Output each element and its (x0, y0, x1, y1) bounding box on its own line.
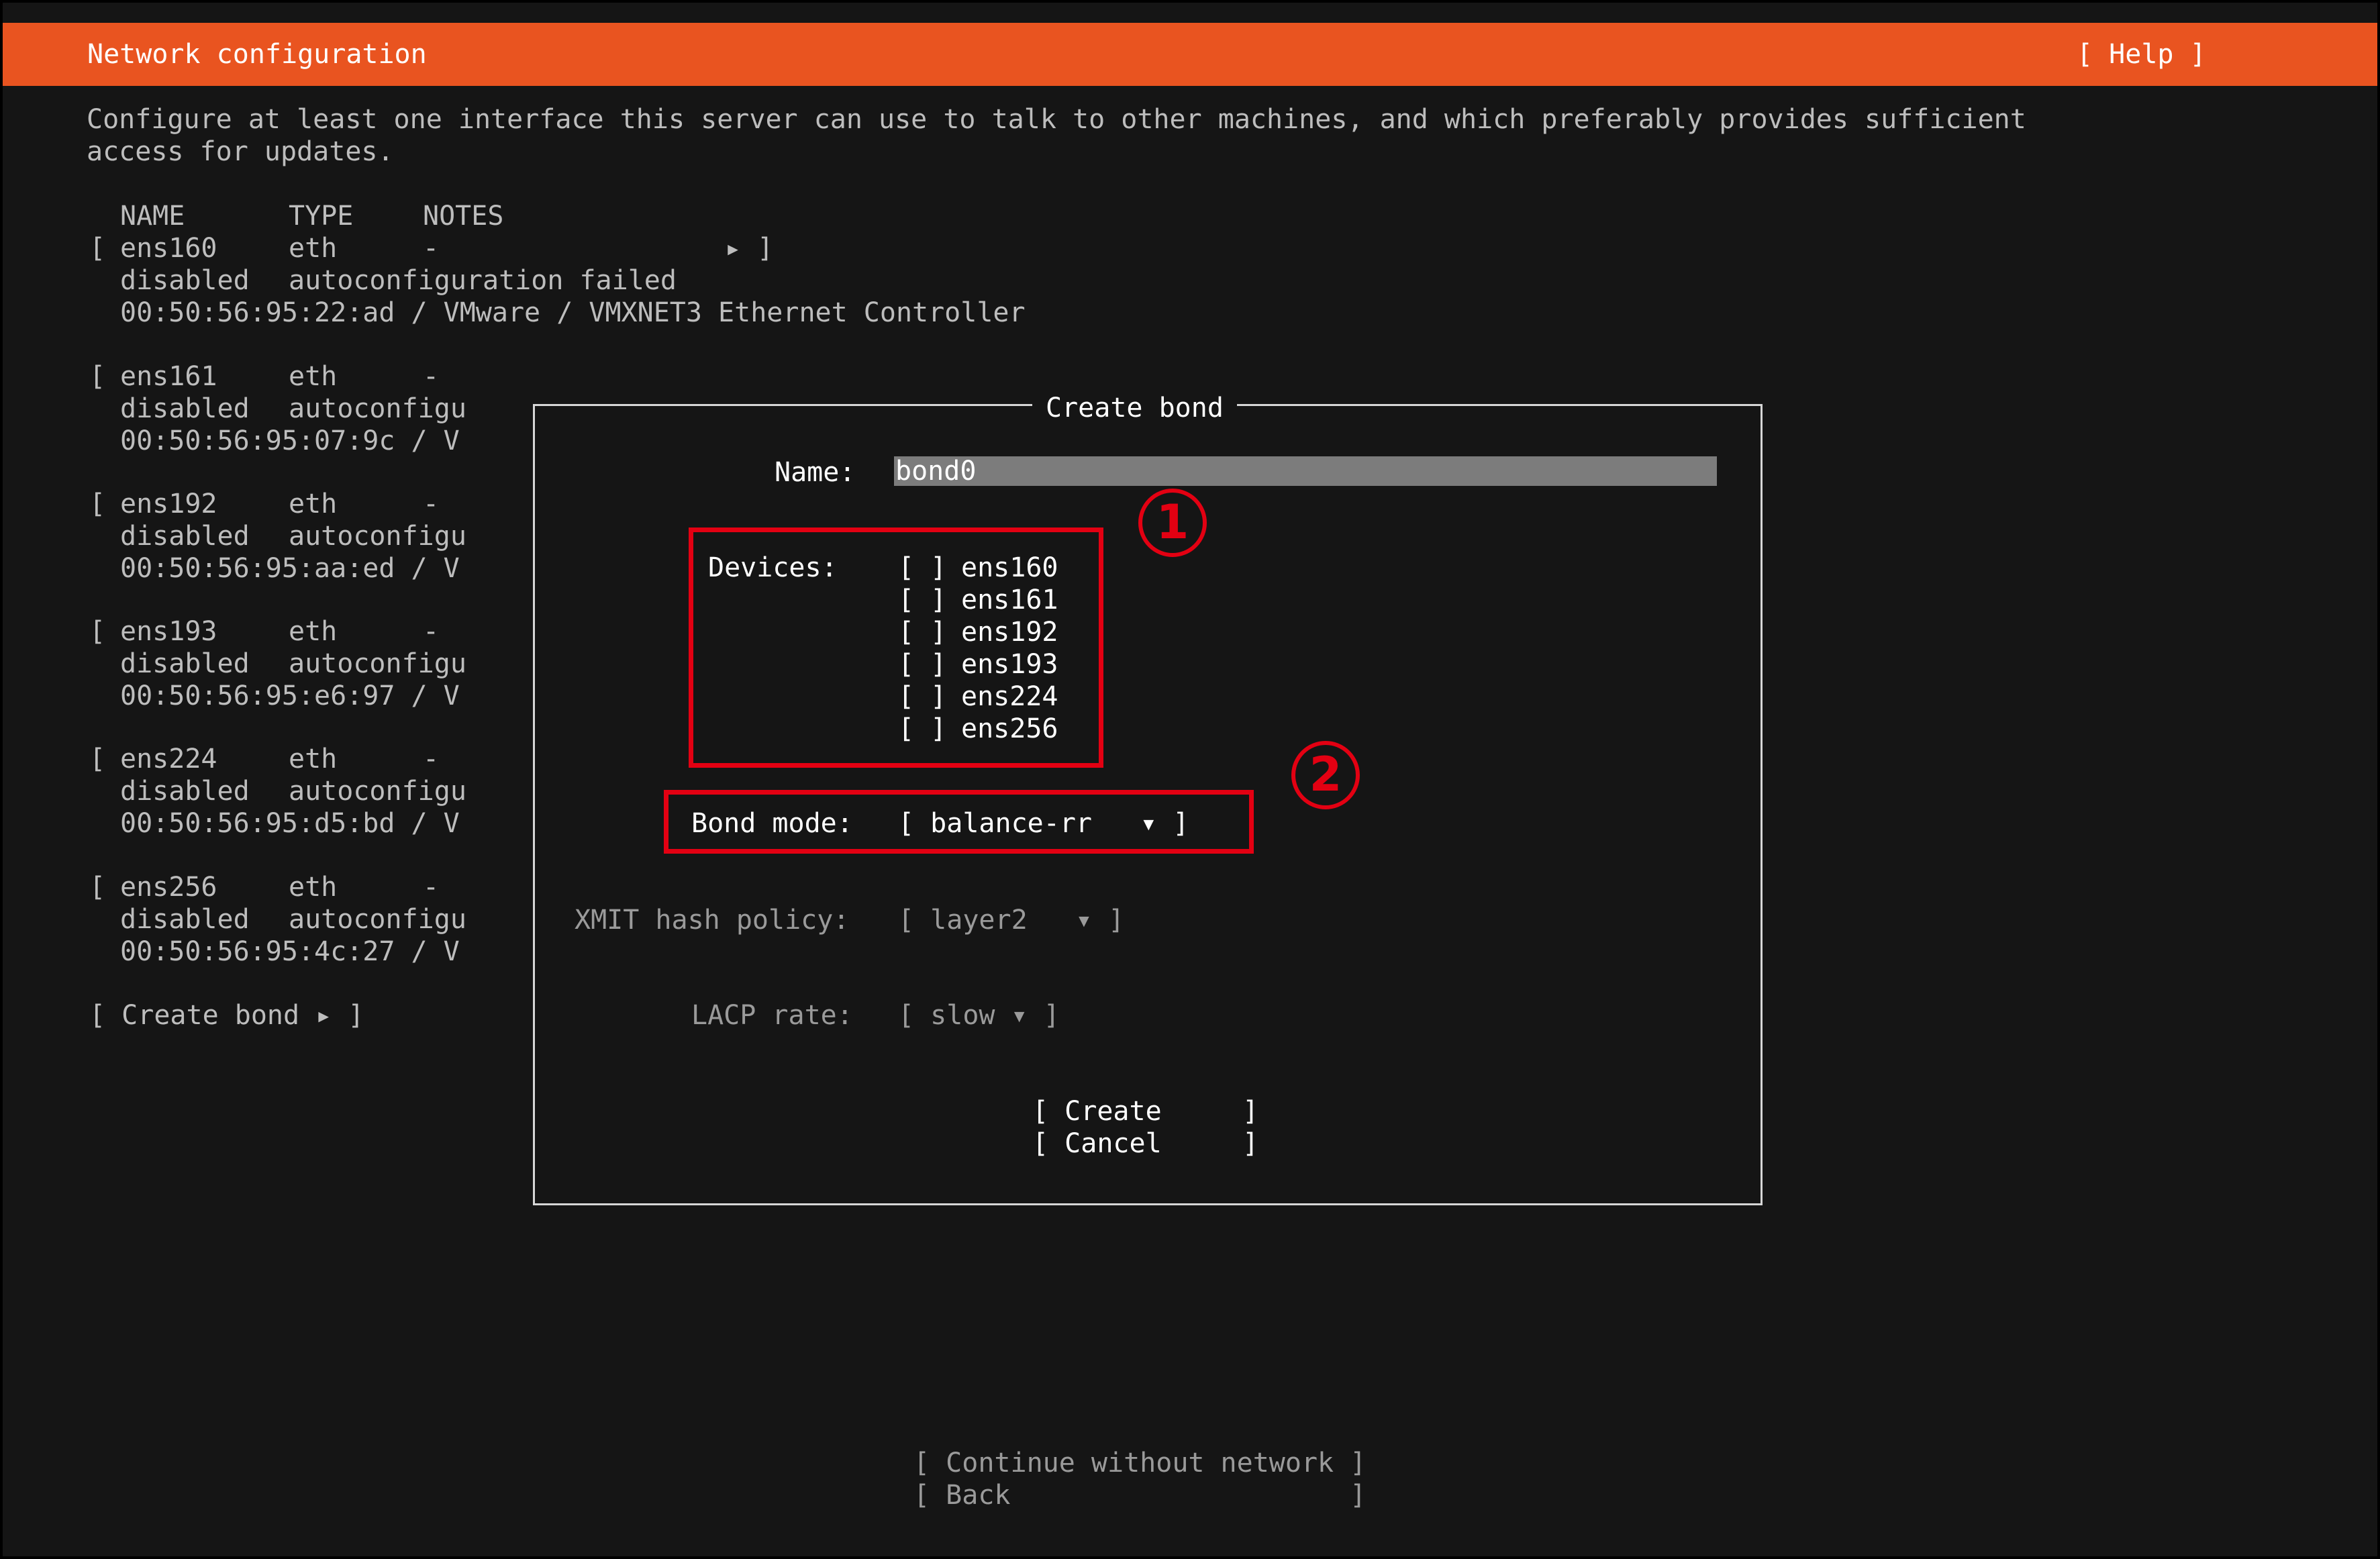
interface-name: ens160 (120, 233, 217, 264)
row-bracket: [ (89, 361, 106, 392)
back-button[interactable]: [ Back ] (913, 1479, 1366, 1511)
lacp-rate-select: [ slow ▾ ] (898, 1000, 1060, 1031)
interface-notes: - (423, 361, 440, 392)
interface-notes: - (423, 616, 440, 647)
bond-mode-highlight-box (664, 790, 1254, 854)
interface-hardware: 00:50:56:95:22:ad / VMware / VMXNET3 Eth… (120, 297, 1026, 328)
marker-2-icon: 2 (1291, 741, 1360, 809)
row-bracket: [ (89, 872, 106, 903)
intro-line-1: Configure at least one interface this se… (87, 104, 2026, 135)
interface-name: ens224 (120, 744, 217, 774)
interface-notes: - (423, 744, 440, 774)
interface-name: ens256 (120, 872, 217, 903)
interface-type: eth (289, 233, 338, 264)
bond-name-input[interactable]: bond0 (894, 456, 1717, 486)
interface-hardware: 00:50:56:95:d5:bd / V (120, 808, 460, 839)
interface-status: disabled (120, 904, 250, 935)
interface-detail: autoconfigu (289, 521, 466, 552)
interface-name: ens193 (120, 616, 217, 647)
interface-status: disabled (120, 776, 250, 807)
interface-status: disabled (120, 648, 250, 679)
cancel-button[interactable]: [ Cancel ] (1032, 1127, 1258, 1160)
interface-type: eth (289, 489, 338, 519)
row-bracket: [ (89, 744, 106, 774)
dialog-title: Create bond (1032, 392, 1237, 424)
interface-status: disabled (120, 521, 250, 552)
interface-detail: autoconfigu (289, 776, 466, 807)
name-label: Name: (775, 457, 856, 488)
interface-detail: autoconfiguration failed (289, 265, 677, 296)
interface-status: disabled (120, 393, 250, 424)
continue-without-network-button[interactable]: [ Continue without network ] (913, 1447, 1366, 1479)
xmit-hash-policy-label: XMIT hash policy: (575, 905, 850, 936)
interface-notes: - (423, 872, 440, 903)
row-expand-arrow[interactable]: ▸ ] (725, 232, 773, 264)
header-bar: Network configuration [ Help ] (3, 23, 2377, 86)
interface-detail: autoconfigu (289, 648, 466, 679)
interface-detail: autoconfigu (289, 393, 466, 424)
interface-hardware: 00:50:56:95:07:9c / V (120, 425, 460, 456)
page-title: Network configuration (87, 39, 427, 70)
column-header-name: NAME (120, 201, 185, 232)
xmit-hash-policy-select: [ layer2 ▾ ] (898, 905, 1125, 936)
devices-highlight-box (689, 527, 1103, 768)
row-bracket: [ (89, 616, 106, 647)
interface-hardware: 00:50:56:95:aa:ed / V (120, 553, 460, 584)
interface-name: ens161 (120, 361, 217, 392)
interface-detail: autoconfigu (289, 904, 466, 935)
interface-notes: - (423, 489, 440, 519)
row-bracket: [ (89, 233, 106, 264)
create-button[interactable]: [ Create ] (1032, 1095, 1258, 1127)
interface-hardware: 00:50:56:95:e6:97 / V (120, 681, 460, 711)
interface-name: ens192 (120, 489, 217, 519)
interface-hardware: 00:50:56:95:4c:27 / V (120, 936, 460, 967)
interface-type: eth (289, 744, 338, 774)
column-header-notes: NOTES (423, 201, 504, 232)
interface-notes: - (423, 233, 440, 264)
intro-line-2: access for updates. (87, 136, 394, 167)
help-button[interactable]: [ Help ] (2077, 38, 2206, 70)
lacp-rate-label: LACP rate: (691, 1000, 853, 1031)
marker-1-icon: 1 (1138, 489, 1207, 557)
column-header-type: TYPE (289, 201, 354, 232)
row-bracket: [ (89, 489, 106, 519)
create-bond-button[interactable]: [ Create bond ▸ ] (89, 999, 364, 1032)
interface-type: eth (289, 361, 338, 392)
interface-type: eth (289, 616, 338, 647)
interface-type: eth (289, 872, 338, 903)
interface-status: disabled (120, 265, 250, 296)
